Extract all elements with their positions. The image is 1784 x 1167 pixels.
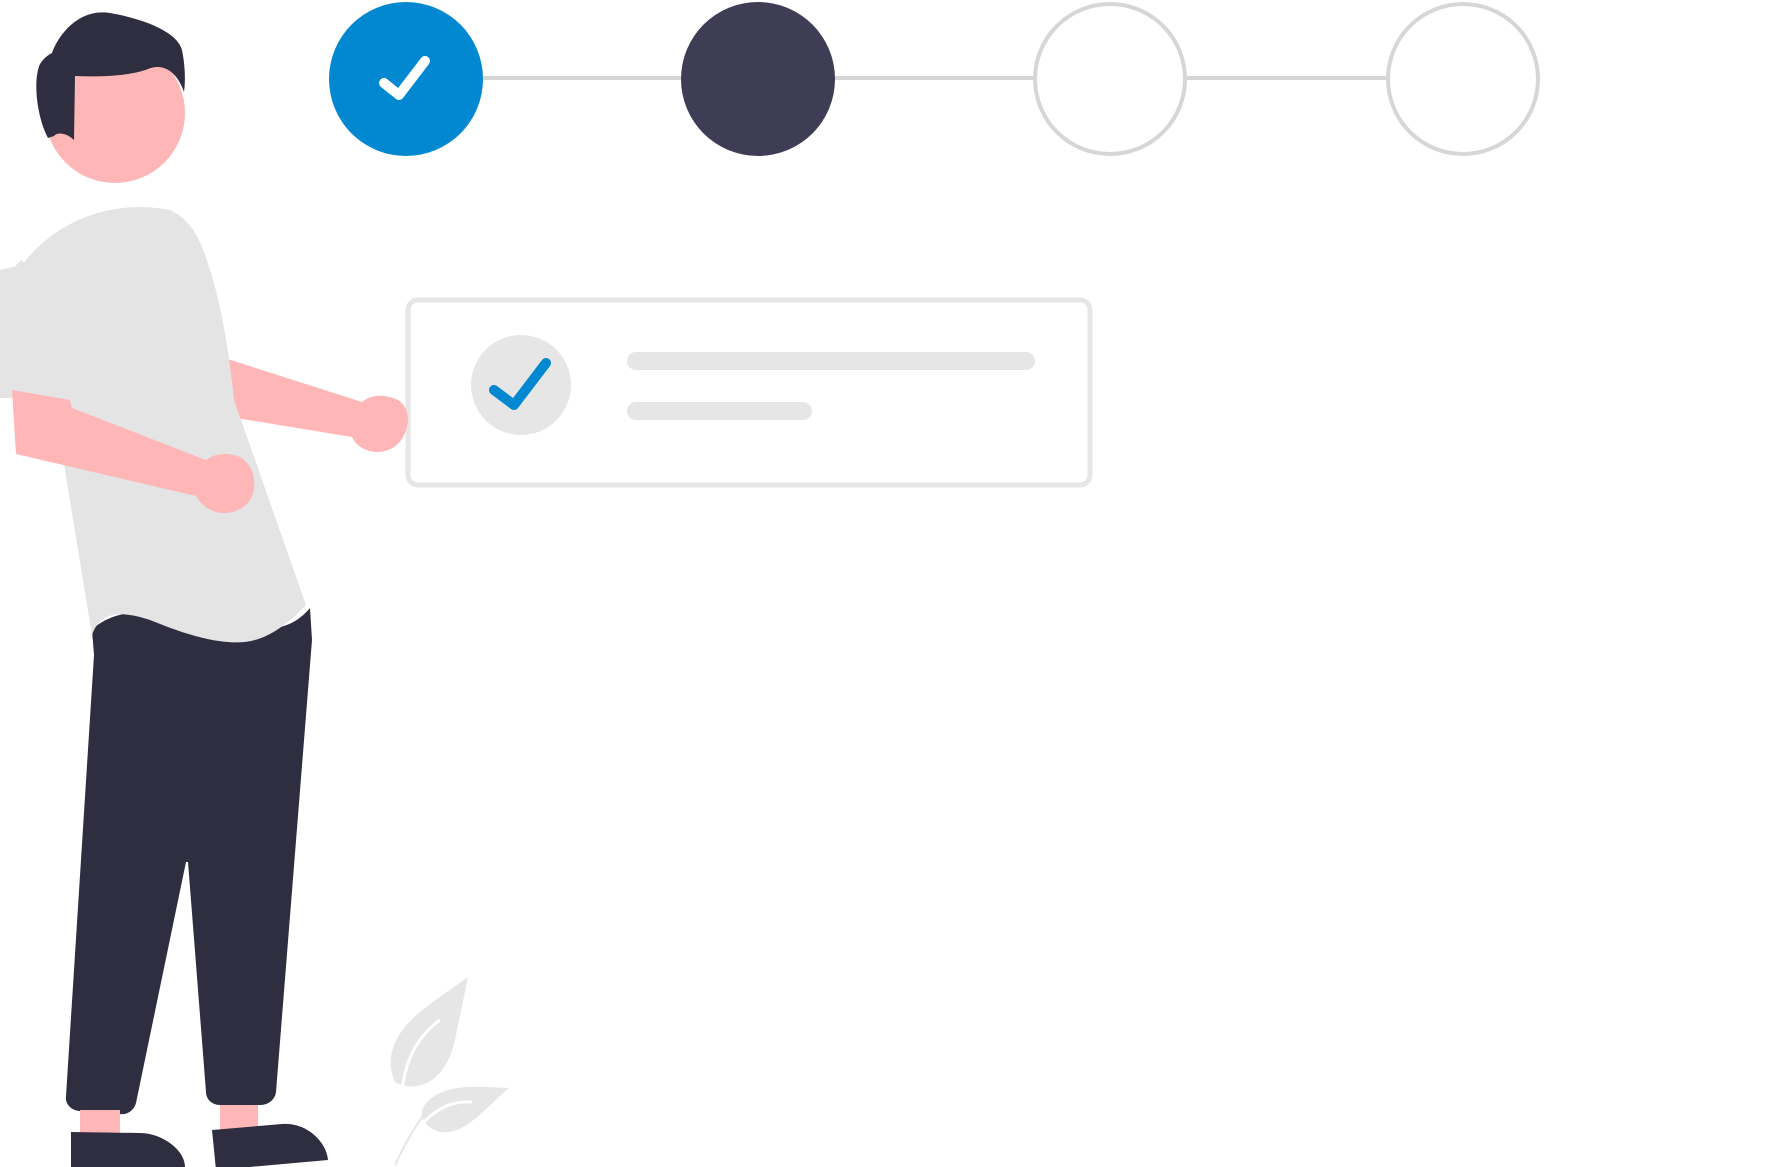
placeholder-line-short	[627, 402, 812, 420]
step-1-completed[interactable]	[329, 2, 483, 156]
confirmation-card[interactable]	[405, 297, 1093, 488]
step-4-upcoming[interactable]	[1386, 2, 1540, 156]
card-check-badge	[471, 335, 571, 435]
onboarding-illustration	[0, 2, 1540, 1167]
person-figure	[0, 12, 408, 1167]
progress-stepper	[329, 2, 1540, 156]
left-shoe	[71, 1132, 185, 1167]
step-3-upcoming[interactable]	[1033, 2, 1187, 156]
pants	[65, 608, 312, 1115]
right-shoe	[212, 1123, 328, 1167]
step-2-current[interactable]	[681, 2, 835, 156]
plant-decoration	[390, 977, 509, 1166]
placeholder-line-long	[627, 352, 1035, 370]
